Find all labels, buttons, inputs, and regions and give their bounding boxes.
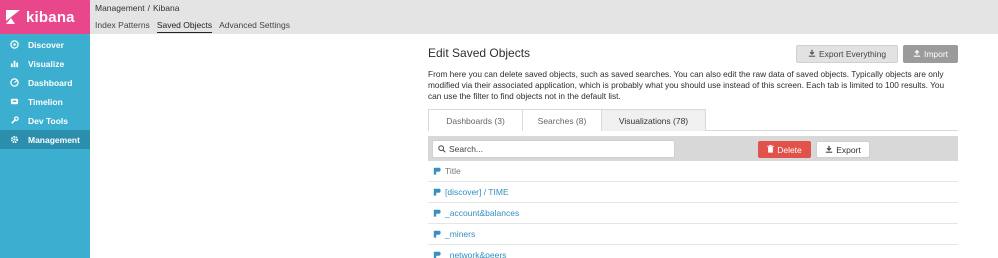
kibana-logo-icon bbox=[6, 10, 20, 24]
title-column-header[interactable]: Title bbox=[445, 166, 461, 176]
object-title-link[interactable]: _account&balances bbox=[445, 208, 519, 218]
wrench-icon bbox=[9, 116, 19, 126]
object-title-link[interactable]: _network&peers bbox=[445, 250, 506, 258]
subnav-saved-objects[interactable]: Saved Objects bbox=[156, 20, 213, 33]
object-title-link[interactable]: [discover] / TIME bbox=[445, 187, 509, 197]
breadcrumb-separator: / bbox=[147, 3, 150, 13]
export-button[interactable]: Export bbox=[816, 141, 870, 158]
delete-button[interactable]: Delete bbox=[758, 141, 811, 158]
breadcrumb: Management / Kibana bbox=[95, 3, 179, 13]
select-all-checkbox[interactable] bbox=[433, 167, 441, 175]
table-row: [discover] / TIME bbox=[428, 182, 958, 203]
search-placeholder: Search... bbox=[449, 144, 484, 154]
sidebar-item-label: Management bbox=[28, 134, 80, 145]
sidebar-item-visualize[interactable]: Visualize bbox=[0, 54, 90, 73]
delete-label: Delete bbox=[777, 144, 802, 155]
sidebar: kibana Discover Visualize Dashboard Time… bbox=[0, 0, 90, 258]
sidebar-item-timelion[interactable]: Timelion bbox=[0, 92, 90, 111]
export-everything-label: Export Everything bbox=[818, 49, 887, 59]
sidebar-item-label: Discover bbox=[28, 39, 64, 50]
sidebar-item-label: Timelion bbox=[28, 96, 63, 107]
row-checkbox[interactable] bbox=[433, 188, 441, 196]
search-icon bbox=[438, 145, 446, 153]
sidebar-item-label: Dashboard bbox=[28, 77, 73, 88]
row-checkbox[interactable] bbox=[433, 251, 441, 258]
brand-name: kibana bbox=[26, 8, 75, 26]
download-icon bbox=[825, 145, 833, 155]
gear-icon bbox=[9, 135, 19, 145]
timelion-icon bbox=[9, 97, 19, 107]
sidebar-nav: Discover Visualize Dashboard Timelion De… bbox=[0, 35, 90, 149]
export-everything-button[interactable]: Export Everything bbox=[796, 45, 898, 63]
sidebar-item-discover[interactable]: Discover bbox=[0, 35, 90, 54]
compass-icon bbox=[9, 40, 19, 50]
top-bar: Management / Kibana Index Patterns Saved O… bbox=[90, 0, 998, 34]
bar-chart-icon bbox=[9, 59, 19, 69]
tab-dashboards[interactable]: Dashboards (3) bbox=[428, 109, 523, 131]
sidebar-item-dashboard[interactable]: Dashboard bbox=[0, 73, 90, 92]
tab-visualizations[interactable]: Visualizations (78) bbox=[601, 109, 706, 131]
import-label: Import bbox=[923, 49, 949, 59]
object-type-tabs: Dashboards (3) Searches (8) Visualizatio… bbox=[428, 109, 958, 131]
subnav-index-patterns[interactable]: Index Patterns bbox=[95, 20, 150, 33]
objects-toolbar: Search... Delete Export bbox=[428, 136, 958, 161]
sidebar-item-label: Visualize bbox=[28, 58, 65, 69]
upload-icon bbox=[913, 49, 921, 59]
brand-logo-link[interactable]: kibana bbox=[0, 0, 90, 34]
dashboard-icon bbox=[9, 78, 19, 88]
page-title: Edit Saved Objects bbox=[428, 46, 531, 60]
saved-objects-table: Title [discover] / TIME _account&balance… bbox=[428, 161, 958, 258]
breadcrumb-current: Kibana bbox=[153, 3, 180, 13]
row-checkbox[interactable] bbox=[433, 209, 441, 217]
tab-searches[interactable]: Searches (8) bbox=[522, 109, 602, 131]
table-row: _network&peers bbox=[428, 245, 958, 258]
page-description: From here you can delete saved objects, … bbox=[428, 69, 945, 101]
download-icon bbox=[808, 49, 816, 59]
sidebar-item-management[interactable]: Management bbox=[0, 130, 90, 149]
management-subnav: Index Patterns Saved Objects Advanced Se… bbox=[95, 20, 290, 33]
breadcrumb-management-link[interactable]: Management bbox=[95, 3, 145, 13]
object-title-link[interactable]: _miners bbox=[445, 229, 475, 239]
subnav-advanced-settings[interactable]: Advanced Settings bbox=[219, 20, 290, 33]
import-button[interactable]: Import bbox=[903, 45, 958, 63]
table-row: _account&balances bbox=[428, 203, 958, 224]
table-row: _miners bbox=[428, 224, 958, 245]
row-checkbox[interactable] bbox=[433, 230, 441, 238]
table-header-row: Title bbox=[428, 161, 958, 182]
trash-icon bbox=[767, 144, 774, 155]
sidebar-item-dev-tools[interactable]: Dev Tools bbox=[0, 111, 90, 130]
export-label: Export bbox=[836, 144, 861, 155]
search-input[interactable]: Search... bbox=[432, 140, 675, 158]
sidebar-item-label: Dev Tools bbox=[28, 115, 68, 126]
